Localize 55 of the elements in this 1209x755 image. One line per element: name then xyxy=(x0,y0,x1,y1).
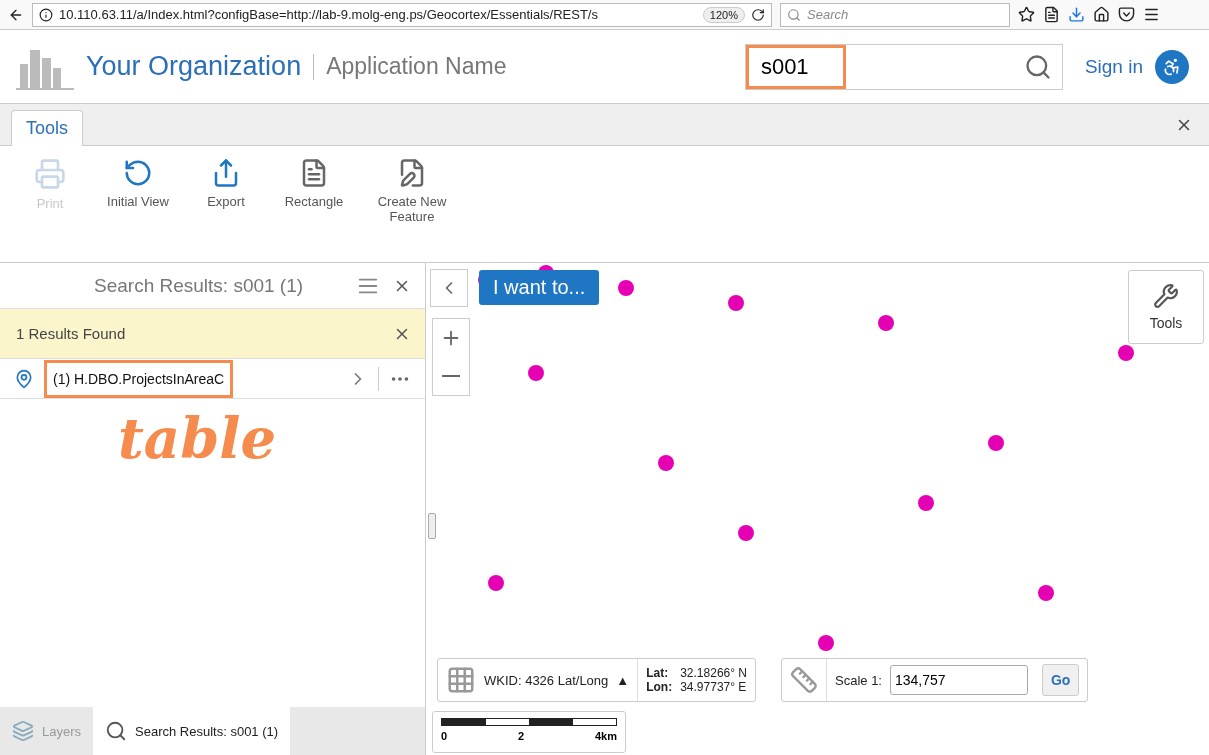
search-input[interactable]: s001 xyxy=(745,44,846,89)
wrench-icon xyxy=(1153,283,1179,309)
url-text: 10.110.63.11/a/Index.html?configBase=http://lab-9.molg-eng.ps/Geocortex/Essentials/REST/s xyxy=(59,7,599,22)
address-bar[interactable]: 10.110.63.11/a/Index.html?configBase=http://lab-9.molg-eng.ps/Geocortex/Essentials/REST/s 120% xyxy=(32,2,772,27)
wkid-text[interactable]: WKID: 4326 Lat/Long xyxy=(484,672,609,688)
i-want-to-button[interactable]: I want to... xyxy=(479,270,600,305)
result-label: (1) H.DBO.ProjectsInAreaC xyxy=(44,359,234,398)
info-icon xyxy=(39,7,53,22)
scale-bar-label: 0 xyxy=(441,730,448,742)
search-placeholder: Search xyxy=(807,7,849,22)
scale-field[interactable]: 134,757 xyxy=(890,665,1028,695)
lat-label: Lat: xyxy=(646,666,670,680)
reload-icon[interactable] xyxy=(751,7,765,22)
splitter-handle[interactable] xyxy=(428,513,436,539)
search-icon[interactable] xyxy=(1023,52,1052,81)
caret-icon[interactable]: ▲ xyxy=(616,672,630,688)
zoom-level[interactable]: 120% xyxy=(702,6,745,23)
reader-icon[interactable] xyxy=(1043,6,1060,23)
search-list-icon xyxy=(105,720,128,742)
scale-label: Scale 1: xyxy=(835,672,882,688)
notice-text: 1 Results Found xyxy=(16,325,127,342)
lon-label: Lon: xyxy=(646,680,673,694)
panel-tab[interactable]: Search Results: s001 (1) xyxy=(93,707,291,755)
search-icon xyxy=(787,7,801,22)
grid-icon xyxy=(446,665,476,695)
scale-icon xyxy=(790,666,818,694)
download-icon[interactable] xyxy=(1068,6,1085,23)
reset-icon xyxy=(123,158,153,188)
lon-value: 34.97737° E xyxy=(680,680,748,694)
tool-button[interactable]: Create New Feature xyxy=(362,158,462,224)
home-icon[interactable] xyxy=(1093,6,1110,23)
sign-in-link[interactable]: Sign in xyxy=(1084,55,1143,78)
pocket-icon[interactable] xyxy=(1118,6,1135,23)
layers-icon xyxy=(12,720,34,742)
star-icon[interactable] xyxy=(1018,6,1035,23)
ribbon-tab[interactable]: Tools xyxy=(11,110,84,146)
tool-button[interactable]: Rectangle xyxy=(274,158,354,209)
map-pin-icon xyxy=(14,368,34,389)
organization-name: Your Organization xyxy=(86,51,302,82)
go-button[interactable]: Go xyxy=(1042,664,1080,696)
menu-icon[interactable] xyxy=(1143,6,1160,23)
tool-button[interactable]: Export xyxy=(186,158,266,209)
minus-icon xyxy=(442,375,460,377)
lat-value: 32.18266° N xyxy=(680,666,748,680)
panel-title: Search Results: s001 (1) xyxy=(94,274,305,297)
application-name: Application Name xyxy=(326,53,508,80)
accessibility-icon[interactable] xyxy=(1155,49,1189,84)
scale-bar-label: 4km xyxy=(594,730,617,742)
browser-search-bar[interactable]: Search xyxy=(780,2,1010,27)
annotation-text: table xyxy=(118,405,277,471)
result-row[interactable]: (1) H.DBO.ProjectsInAreaC xyxy=(0,359,425,399)
tools-button[interactable]: Tools xyxy=(1128,270,1204,344)
tool-button[interactable]: Initial View xyxy=(98,158,178,209)
printer-icon xyxy=(34,158,66,190)
scale-bar-label: 2 xyxy=(518,730,525,742)
